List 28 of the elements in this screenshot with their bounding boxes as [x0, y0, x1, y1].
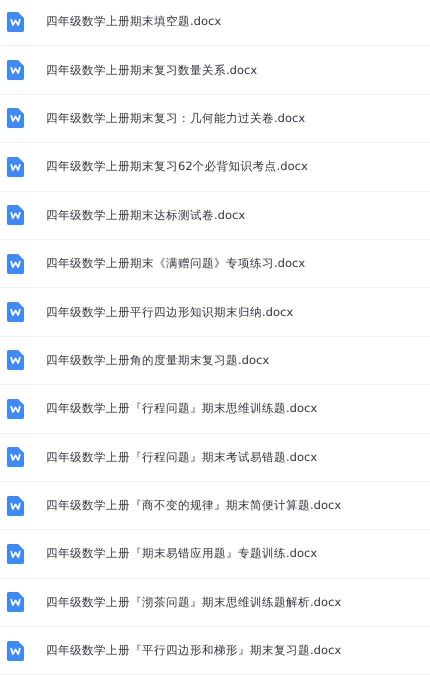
word-document-icon	[7, 398, 24, 419]
word-document-icon	[7, 12, 24, 32]
word-document-icon	[7, 447, 24, 468]
file-name[interactable]: 四年级数学上册期末填空题.docx	[46, 14, 222, 30]
word-document-icon	[7, 544, 24, 564]
file-name[interactable]: 四年级数学上册『商不变的规律』期末简便计算题.docx	[46, 498, 342, 514]
word-document-icon	[7, 156, 24, 177]
word-document-icon	[7, 205, 24, 226]
file-name[interactable]: 四年级数学上册『平行四边形和梯形』期末复习题.docx	[46, 643, 342, 658]
file-name[interactable]: 四年级数学上册『沏茶问题』期末思维训练题解析.docx	[46, 594, 342, 610]
word-document-icon	[7, 108, 24, 128]
file-name[interactable]: 四年级数学上册『行程问题』期末考试易错题.docx	[46, 450, 318, 465]
file-name[interactable]: 四年级数学上册期末复习数量关系.docx	[46, 62, 258, 78]
word-document-icon	[7, 350, 24, 370]
word-document-icon	[7, 254, 24, 274]
file-name[interactable]: 四年级数学上册期末复习62个必背知识考点.docx	[46, 159, 308, 174]
word-document-icon	[7, 496, 24, 516]
file-name[interactable]: 四年级数学上册期末达标测试卷.docx	[46, 208, 246, 223]
file-name[interactable]: 四年级数学上册期末《满赠问题》专项练习.docx	[46, 256, 306, 272]
word-document-icon	[7, 592, 24, 612]
file-name[interactable]: 四年级数学上册『行程问题』期末思维训练题.docx	[46, 401, 318, 416]
file-name[interactable]: 四年级数学上册平行四边形知识期末归纳.docx	[46, 304, 294, 320]
file-name[interactable]: 四年级数学上册角的度量期末复习题.docx	[46, 352, 270, 368]
file-name[interactable]: 四年级数学上册期末复习：几何能力过关卷.docx	[46, 110, 306, 126]
word-document-icon	[7, 60, 24, 80]
word-document-icon	[7, 302, 24, 322]
file-name[interactable]: 四年级数学上册『期末易错应用题』专题训练.docx	[46, 546, 318, 562]
word-document-icon	[7, 640, 24, 661]
